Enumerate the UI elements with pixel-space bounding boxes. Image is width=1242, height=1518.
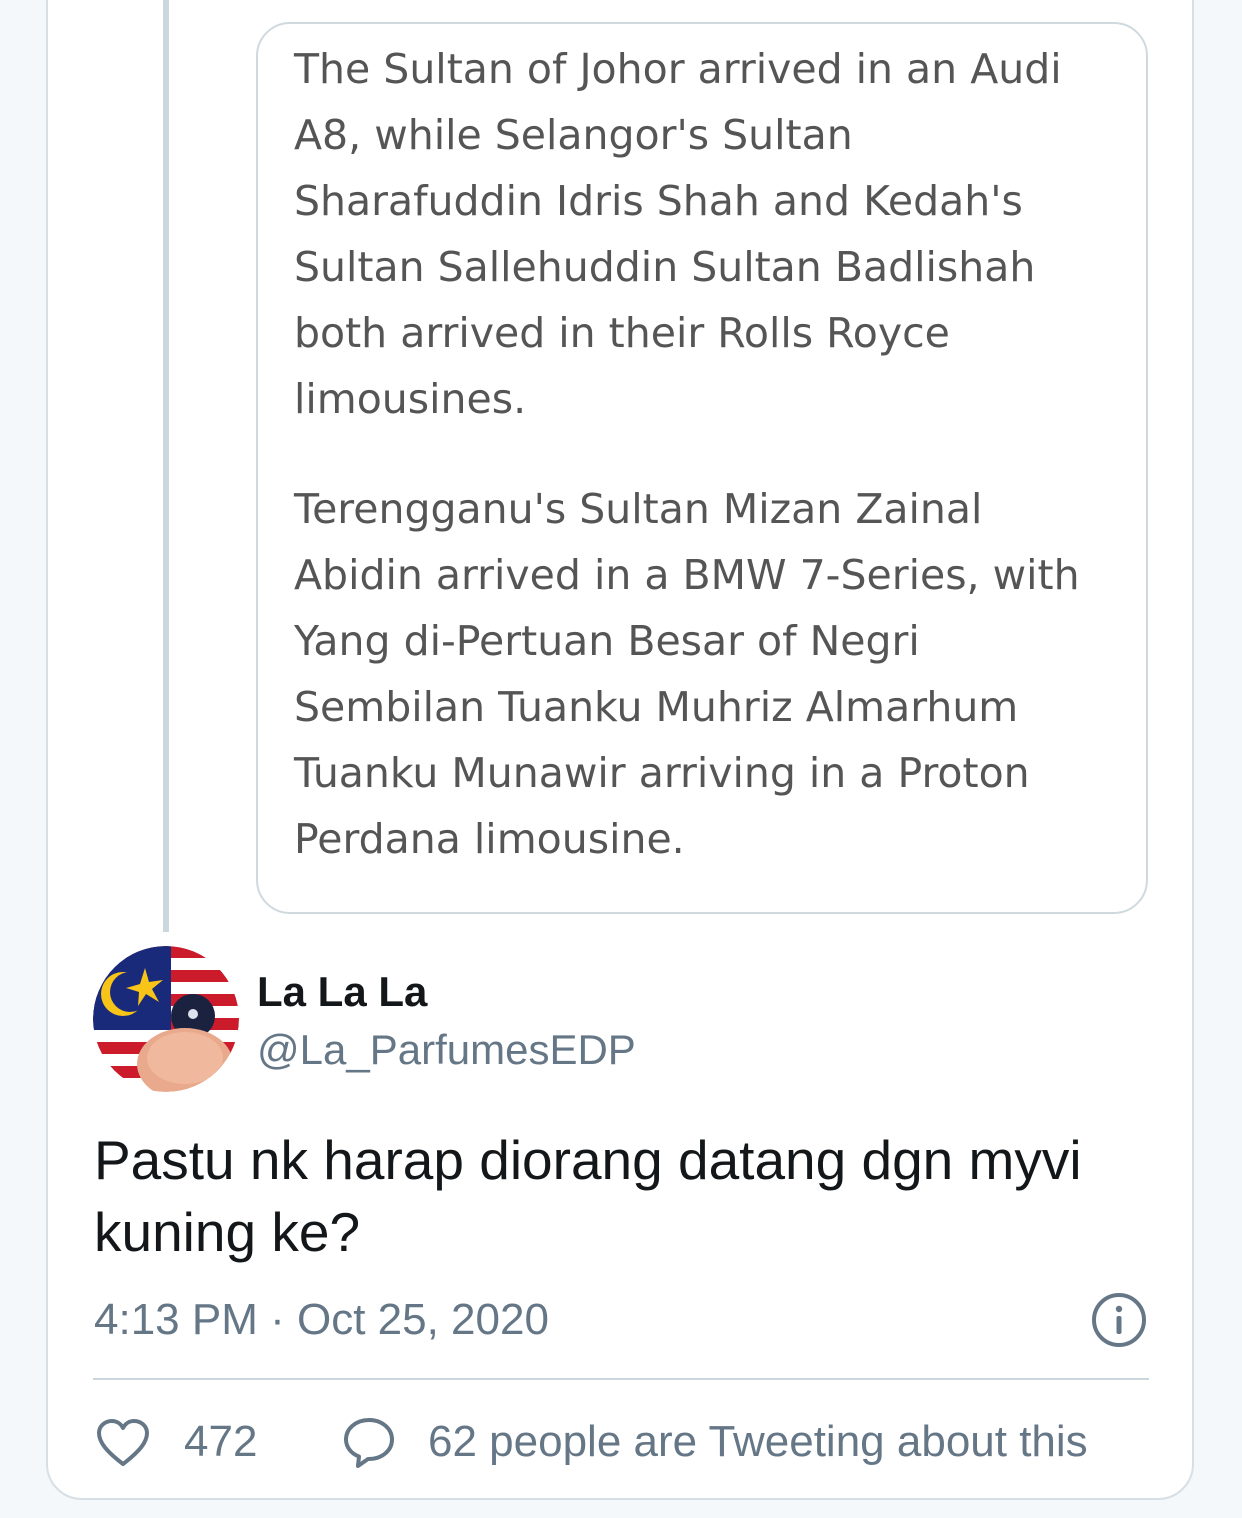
heart-icon[interactable] (96, 1418, 150, 1468)
divider (93, 1378, 1149, 1380)
avatar[interactable] (93, 946, 239, 1092)
thread-connector-line (163, 0, 169, 932)
quoted-paragraph: Terengganu's Sultan Mizan Zainal Abidin … (294, 485, 1080, 863)
like-count[interactable]: 472 (184, 1412, 257, 1472)
tweet-text: Pastu nk harap diorang datang dgn myvi k… (94, 1129, 1082, 1263)
quoted-paragraph: The Sultan of Johor arrived in an Audi A… (294, 45, 1062, 423)
author-handle[interactable]: @La_ParfumesEDP (257, 1022, 636, 1078)
speech-bubble-icon[interactable] (342, 1416, 396, 1470)
author-display-name[interactable]: La La La (257, 964, 427, 1020)
tweet-timestamp[interactable]: 4:13 PM · Oct 25, 2020 (94, 1290, 549, 1350)
malaysian-flag-avatar-icon (93, 946, 239, 1092)
info-icon[interactable] (1091, 1292, 1147, 1348)
quoted-article-screenshot[interactable]: The Sultan of Johor arrived in an Audi A… (256, 22, 1148, 914)
tweeting-about-link[interactable]: 62 people are Tweeting about this (428, 1412, 1088, 1472)
